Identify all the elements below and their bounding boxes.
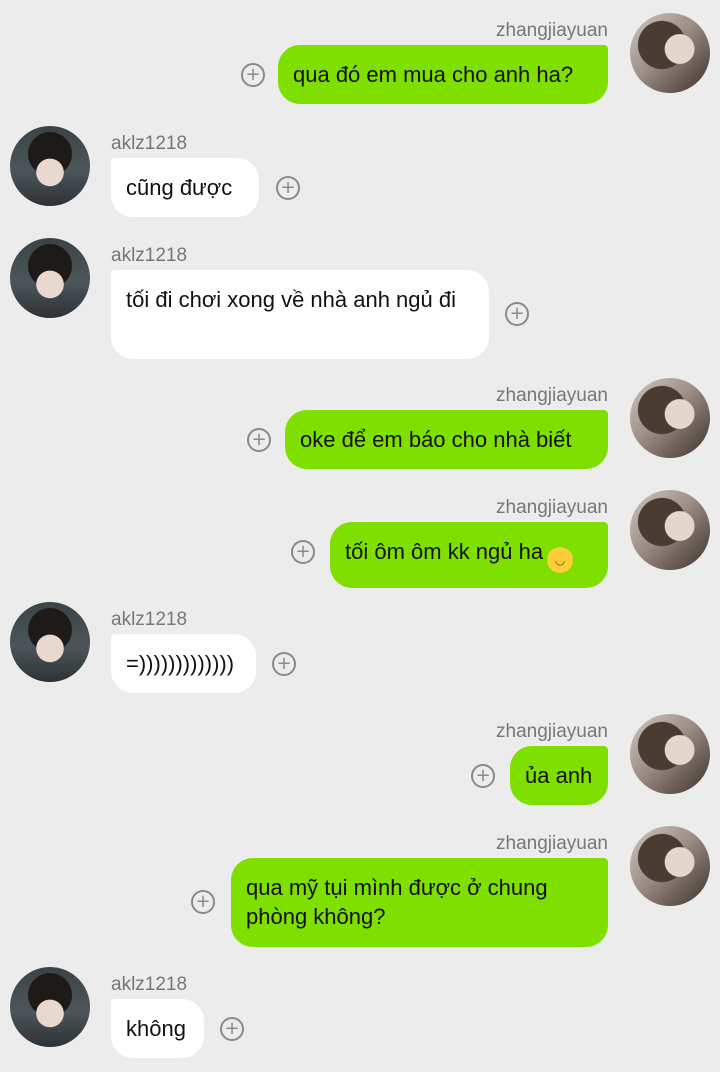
avatar[interactable]: [10, 126, 90, 206]
sender-name: aklz1218: [111, 133, 188, 154]
message-bubble[interactable]: không: [111, 999, 204, 1058]
message-bubble[interactable]: oke để em báo cho nhà biết: [285, 410, 608, 469]
sender-name: zhangjiayuan: [496, 20, 608, 41]
avatar[interactable]: [630, 378, 710, 458]
message-bubble[interactable]: qua đó em mua cho anh ha?: [278, 45, 608, 104]
avatar[interactable]: [630, 714, 710, 794]
plus-circle-icon[interactable]: +: [220, 1017, 244, 1041]
avatar[interactable]: [630, 13, 710, 93]
message-bubble[interactable]: tối đi chơi xong về nhà anh ngủ đi: [111, 270, 489, 359]
message-outgoing: zhangjiayuan oke để em báo cho nhà biết …: [0, 365, 720, 475]
plus-circle-icon[interactable]: +: [505, 302, 529, 326]
sender-name: aklz1218: [111, 245, 188, 266]
sender-name: zhangjiayuan: [496, 721, 608, 742]
message-text: tối ôm ôm kk ngủ ha: [345, 539, 544, 564]
avatar[interactable]: [10, 238, 90, 318]
avatar[interactable]: [630, 490, 710, 570]
message-bubble[interactable]: tối ôm ôm kk ngủ ha ◡: [330, 522, 608, 588]
message-incoming: aklz1218 cũng được +: [0, 113, 720, 223]
message-outgoing: zhangjiayuan tối ôm ôm kk ngủ ha ◡ +: [0, 477, 720, 588]
plus-circle-icon[interactable]: +: [247, 428, 271, 452]
message-incoming: aklz1218 tối đi chơi xong về nhà anh ngủ…: [0, 225, 720, 365]
message-bubble[interactable]: ủa anh: [510, 746, 608, 805]
message-incoming: aklz1218 =))))))))))))) +: [0, 589, 720, 699]
message-outgoing: zhangjiayuan qua mỹ tụi mình được ở chun…: [0, 813, 720, 953]
sender-name: zhangjiayuan: [496, 385, 608, 406]
avatar[interactable]: [630, 826, 710, 906]
plus-circle-icon[interactable]: +: [291, 540, 315, 564]
plus-circle-icon[interactable]: +: [191, 890, 215, 914]
message-bubble[interactable]: cũng được: [111, 158, 259, 217]
message-outgoing: zhangjiayuan qua đó em mua cho anh ha? +: [0, 0, 720, 110]
plus-circle-icon[interactable]: +: [276, 176, 300, 200]
sender-name: zhangjiayuan: [496, 833, 608, 854]
sender-name: aklz1218: [111, 974, 188, 995]
sender-name: zhangjiayuan: [496, 497, 608, 518]
message-incoming: aklz1218 không +: [0, 954, 720, 1064]
avatar[interactable]: [10, 602, 90, 682]
plus-circle-icon[interactable]: +: [272, 652, 296, 676]
plus-circle-icon[interactable]: +: [471, 764, 495, 788]
message-outgoing: zhangjiayuan ủa anh +: [0, 701, 720, 811]
message-bubble[interactable]: =))))))))))))): [111, 634, 256, 693]
grinning-face-emoji: ◡: [547, 547, 574, 573]
sender-name: aklz1218: [111, 609, 188, 630]
message-bubble[interactable]: qua mỹ tụi mình được ở chung phòng không…: [231, 858, 608, 947]
plus-circle-icon[interactable]: +: [241, 63, 265, 87]
avatar[interactable]: [10, 967, 90, 1047]
